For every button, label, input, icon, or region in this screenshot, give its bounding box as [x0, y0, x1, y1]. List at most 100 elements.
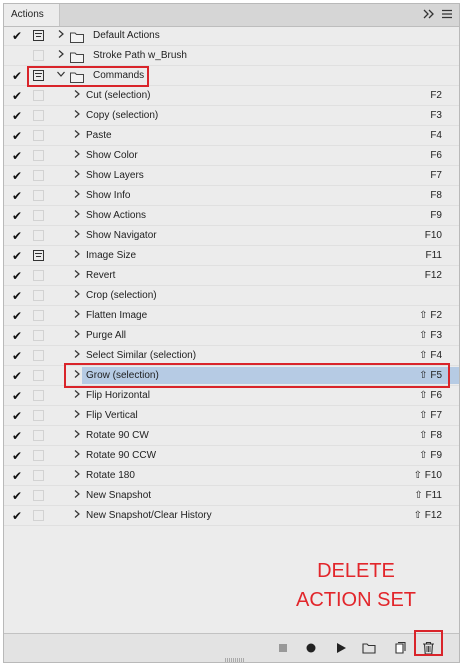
toggle-dialog-icon[interactable] [33, 110, 44, 121]
new-set-folder-icon[interactable] [360, 639, 378, 657]
play-icon[interactable] [332, 639, 350, 657]
toggle-dialog-icon[interactable] [33, 470, 44, 481]
action-row[interactable]: ✔ New Snapshot ⇧ F11 [4, 486, 459, 506]
toggle-item-checkmark-icon[interactable]: ✔ [10, 349, 24, 363]
toggle-dialog-icon[interactable] [33, 170, 44, 181]
chevron-right-icon[interactable] [72, 309, 82, 323]
panel-menu-icon[interactable] [441, 9, 453, 21]
toggle-dialog-icon[interactable] [33, 310, 44, 321]
action-row[interactable]: ✔ Cut (selection) F2 [4, 86, 459, 106]
chevron-right-icon[interactable] [72, 389, 82, 403]
toggle-item-checkmark-icon[interactable]: ✔ [10, 509, 24, 523]
record-icon[interactable] [302, 639, 320, 657]
toggle-item-checkmark-icon[interactable]: ✔ [10, 389, 24, 403]
action-row[interactable]: ✔ Rotate 90 CCW ⇧ F9 [4, 446, 459, 466]
toggle-dialog-icon[interactable] [33, 410, 44, 421]
toggle-dialog-icon[interactable] [33, 230, 44, 241]
toggle-dialog-icon[interactable] [33, 430, 44, 441]
toggle-item-checkmark-icon[interactable]: ✔ [10, 89, 24, 103]
action-row[interactable]: ✔ Show Info F8 [4, 186, 459, 206]
toggle-dialog-icon[interactable] [33, 370, 44, 381]
toggle-item-checkmark-icon[interactable]: ✔ [10, 369, 24, 383]
toggle-item-checkmark-icon[interactable]: ✔ [10, 169, 24, 183]
toggle-item-checkmark-icon[interactable]: ✔ [10, 129, 24, 143]
toggle-dialog-icon[interactable] [33, 290, 44, 301]
toggle-dialog-icon[interactable] [33, 490, 44, 501]
toggle-dialog-icon[interactable] [33, 330, 44, 341]
action-row[interactable]: ✔ Show Navigator F10 [4, 226, 459, 246]
toggle-item-checkmark-icon[interactable]: ✔ [10, 429, 24, 443]
toggle-dialog-icon[interactable] [33, 30, 44, 41]
collapse-panel-icon[interactable] [423, 9, 435, 21]
toggle-dialog-icon[interactable] [33, 90, 44, 101]
toggle-item-checkmark-icon[interactable]: ✔ [10, 329, 24, 343]
action-row[interactable]: ✔ Rotate 90 CW ⇧ F8 [4, 426, 459, 446]
action-row[interactable]: ✔ Revert F12 [4, 266, 459, 286]
chevron-right-icon[interactable] [72, 229, 82, 243]
toggle-item-checkmark-icon[interactable]: ✔ [10, 189, 24, 203]
chevron-right-icon[interactable] [72, 409, 82, 423]
toggle-item-checkmark-icon[interactable]: ✔ [10, 249, 24, 263]
action-row[interactable]: ✔ Paste F4 [4, 126, 459, 146]
chevron-right-icon[interactable] [72, 509, 82, 523]
action-row[interactable]: ✔ Rotate 180 ⇧ F10 [4, 466, 459, 486]
toggle-dialog-icon[interactable] [33, 250, 44, 261]
toggle-item-checkmark-icon[interactable]: ✔ [10, 269, 24, 283]
tab-actions[interactable]: Actions [4, 4, 60, 26]
chevron-right-icon[interactable] [72, 129, 82, 143]
toggle-dialog-icon[interactable] [33, 150, 44, 161]
action-row[interactable]: ✔ Flip Horizontal ⇧ F6 [4, 386, 459, 406]
toggle-item-checkmark-icon[interactable]: ✔ [10, 209, 24, 223]
toggle-item-checkmark-icon[interactable]: ✔ [10, 109, 24, 123]
chevron-right-icon[interactable] [72, 189, 82, 203]
action-set-row[interactable]: Stroke Path w_Brush [4, 46, 459, 66]
chevron-right-icon[interactable] [72, 109, 82, 123]
toggle-item-checkmark-icon[interactable]: ✔ [10, 409, 24, 423]
action-row[interactable]: ✔ Flatten Image ⇧ F2 [4, 306, 459, 326]
action-row[interactable]: ✔ Flip Vertical ⇧ F7 [4, 406, 459, 426]
chevron-right-icon[interactable] [72, 269, 82, 283]
toggle-dialog-icon[interactable] [33, 450, 44, 461]
action-set-row[interactable]: ✔ Default Actions [4, 26, 459, 46]
toggle-dialog-icon[interactable] [33, 210, 44, 221]
action-row[interactable]: ✔ Show Actions F9 [4, 206, 459, 226]
toggle-item-checkmark-icon[interactable]: ✔ [10, 309, 24, 323]
chevron-right-icon[interactable] [72, 209, 82, 223]
toggle-dialog-icon[interactable] [33, 510, 44, 521]
action-row[interactable]: ✔ New Snapshot/Clear History ⇧ F12 [4, 506, 459, 526]
toggle-item-checkmark-icon[interactable]: ✔ [10, 69, 24, 83]
chevron-right-icon[interactable] [72, 349, 82, 363]
toggle-item-checkmark-icon[interactable]: ✔ [10, 449, 24, 463]
action-row[interactable]: ✔ Copy (selection) F3 [4, 106, 459, 126]
resize-grip[interactable] [225, 658, 245, 662]
toggle-dialog-icon[interactable] [33, 270, 44, 281]
toggle-item-checkmark-icon[interactable]: ✔ [10, 469, 24, 483]
toggle-dialog-icon[interactable] [33, 50, 44, 61]
toggle-dialog-icon[interactable] [33, 130, 44, 141]
chevron-right-icon[interactable] [56, 29, 66, 43]
toggle-item-checkmark-icon[interactable]: ✔ [10, 489, 24, 503]
action-row[interactable]: ✔ Show Color F6 [4, 146, 459, 166]
action-row[interactable]: ✔ Crop (selection) [4, 286, 459, 306]
toggle-dialog-icon[interactable] [33, 390, 44, 401]
chevron-right-icon[interactable] [72, 89, 82, 103]
new-action-icon[interactable] [391, 639, 409, 657]
chevron-right-icon[interactable] [72, 169, 82, 183]
action-row[interactable]: ✔ Image Size F11 [4, 246, 459, 266]
chevron-right-icon[interactable] [72, 489, 82, 503]
chevron-right-icon[interactable] [56, 49, 66, 63]
toggle-item-checkmark-icon[interactable]: ✔ [10, 149, 24, 163]
chevron-right-icon[interactable] [72, 469, 82, 483]
action-row[interactable]: ✔ Show Layers F7 [4, 166, 459, 186]
toggle-item-checkmark-icon[interactable]: ✔ [10, 289, 24, 303]
action-row[interactable]: ✔ Purge All ⇧ F3 [4, 326, 459, 346]
chevron-right-icon[interactable] [72, 149, 82, 163]
chevron-right-icon[interactable] [72, 249, 82, 263]
toggle-item-checkmark-icon[interactable]: ✔ [10, 29, 24, 43]
chevron-right-icon[interactable] [72, 329, 82, 343]
chevron-right-icon[interactable] [72, 449, 82, 463]
toggle-item-checkmark-icon[interactable] [10, 49, 24, 63]
chevron-right-icon[interactable] [72, 289, 82, 303]
toggle-dialog-icon[interactable] [33, 190, 44, 201]
toggle-dialog-icon[interactable] [33, 350, 44, 361]
